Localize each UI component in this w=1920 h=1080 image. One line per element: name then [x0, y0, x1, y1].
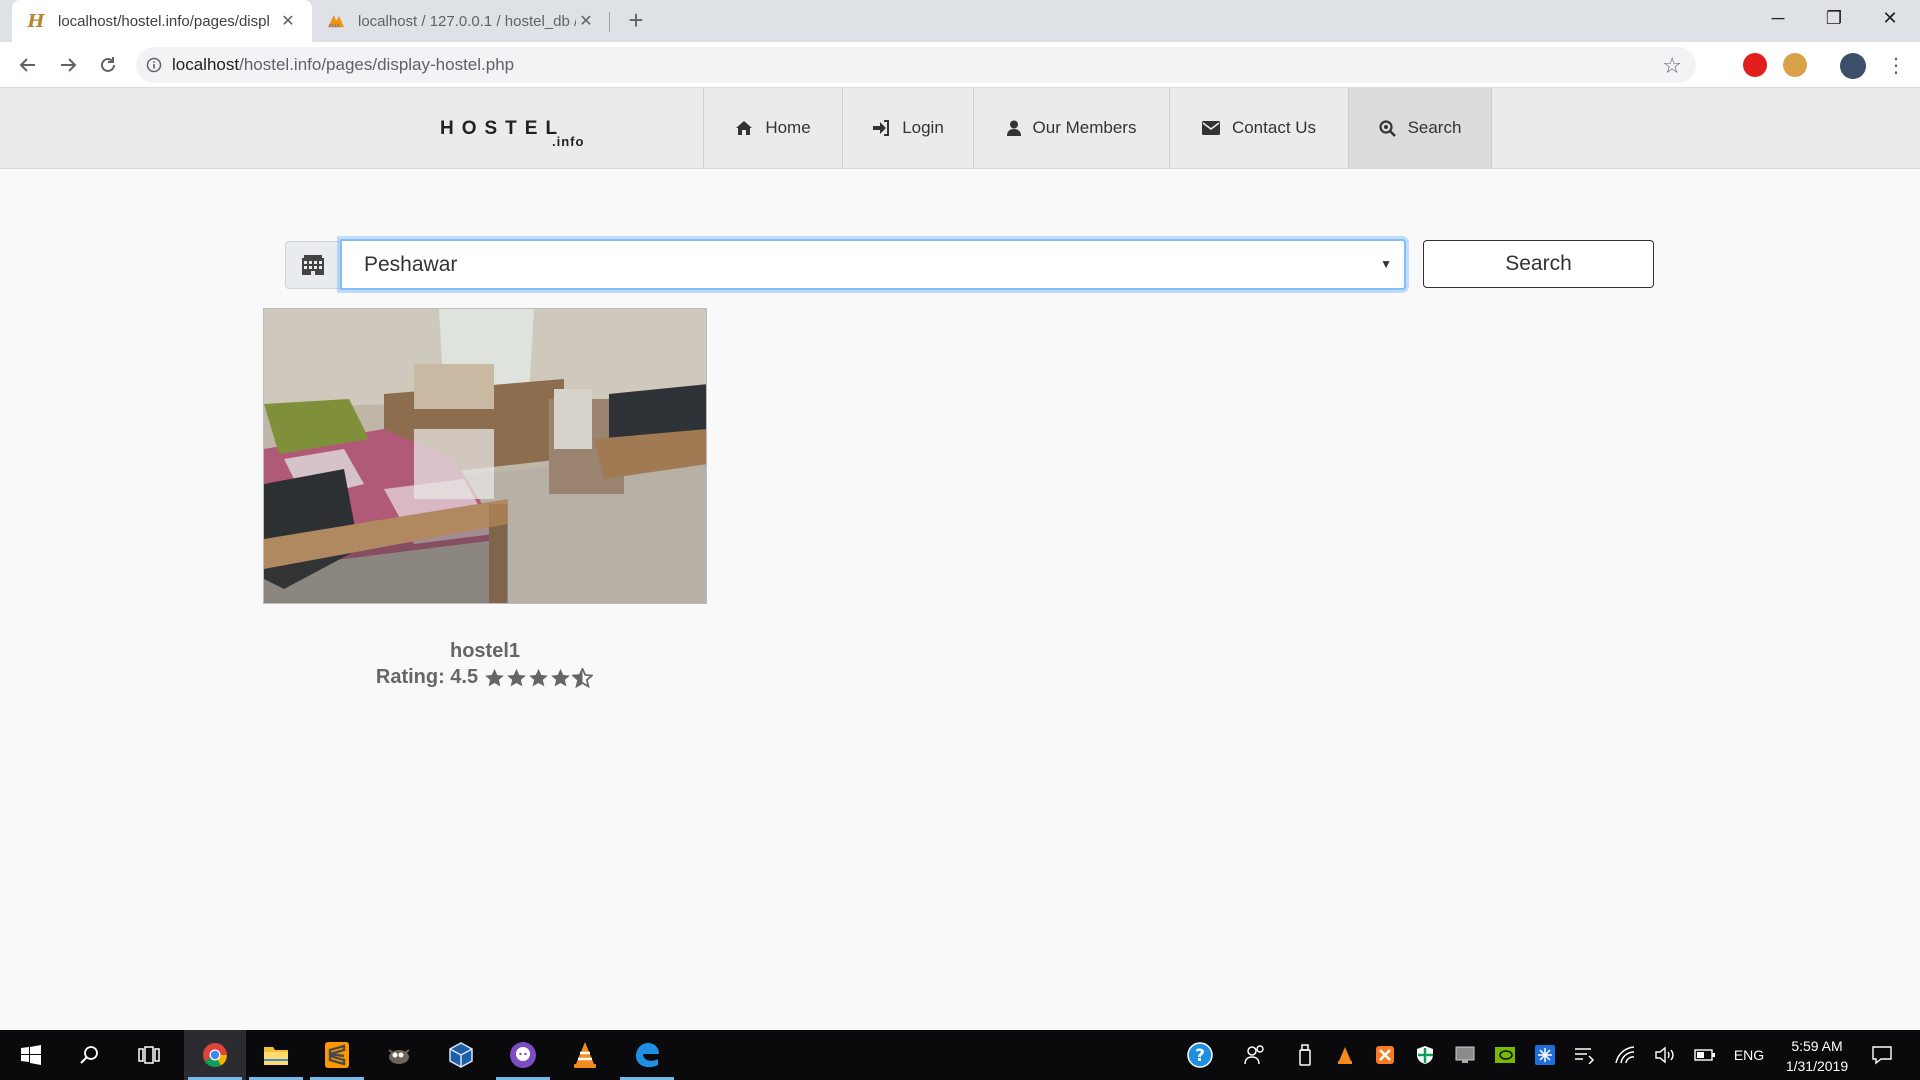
hostel-rating: Rating: 4.5 — [263, 666, 707, 689]
profile-avatar[interactable] — [1840, 53, 1866, 79]
clock-date: 1/31/2019 — [1785, 1058, 1849, 1074]
logo-sub: .info — [552, 134, 585, 149]
phpmyadmin-icon: PMA — [326, 11, 346, 31]
clock-time: 5:59 AM — [1791, 1038, 1843, 1054]
tab-title: localhost/hostel.info/pages/displ — [58, 12, 270, 30]
bookmark-star-icon[interactable]: ☆ — [1662, 53, 1682, 79]
nav-contact-us[interactable]: Contact Us — [1169, 88, 1348, 168]
url-path: /hostel.info/pages/display-hostel.php — [239, 55, 515, 74]
back-arrow-icon[interactable] — [12, 49, 44, 81]
network-list-icon[interactable] — [1565, 1030, 1605, 1080]
help-icon[interactable]: ? — [1180, 1030, 1220, 1080]
vlc-icon[interactable] — [554, 1030, 616, 1080]
close-icon[interactable]: ✕ — [576, 11, 596, 31]
nav-label: Search — [1407, 118, 1462, 137]
system-clock[interactable]: 5:59 AM 1/31/2019 — [1762, 1036, 1872, 1076]
display-icon[interactable] — [1445, 1030, 1485, 1080]
cookie-extension-icon[interactable] — [1783, 53, 1807, 77]
browser-tab-active[interactable]: H localhost/hostel.info/pages/displ ✕ — [12, 0, 312, 42]
nav-login[interactable]: Login — [842, 88, 973, 168]
nav-label: Home — [765, 118, 811, 137]
sublime-text-icon[interactable] — [306, 1030, 368, 1080]
nav-home[interactable]: Home — [703, 88, 842, 168]
building-icon — [302, 255, 324, 275]
browser-tab-strip: H localhost/hostel.info/pages/displ ✕ PM… — [0, 0, 1920, 42]
home-icon — [736, 121, 753, 135]
nav-label: Contact Us — [1231, 118, 1317, 137]
info-icon[interactable] — [136, 57, 172, 73]
star-half-icon — [572, 667, 594, 688]
restore-icon[interactable]: ❐ — [1806, 0, 1862, 36]
site-logo[interactable]: HOSTEL .info — [440, 118, 583, 149]
reload-icon[interactable] — [92, 49, 124, 81]
caret-down-icon: ▼ — [1380, 257, 1392, 271]
browser-toolbar: localhost/hostel.info/pages/display-host… — [0, 42, 1920, 88]
windows-taskbar: ? ENG 5:59 AM 1/31/2019 — [0, 1030, 1920, 1080]
nav-label: Our Members — [1032, 118, 1137, 137]
rating-stars — [484, 667, 594, 688]
search-icon — [1378, 119, 1396, 137]
address-bar[interactable]: localhost/hostel.info/pages/display-host… — [136, 47, 1696, 83]
windows-start-icon[interactable] — [0, 1030, 62, 1080]
xampp-icon[interactable] — [1365, 1030, 1405, 1080]
tab-divider — [609, 12, 610, 32]
browser-tab[interactable]: PMA localhost / 127.0.0.1 / hostel_db / … — [312, 0, 610, 42]
edge-icon[interactable] — [616, 1030, 678, 1080]
city-select[interactable]: Peshawar ▼ — [340, 239, 1406, 290]
logo-main: HOSTEL — [440, 118, 566, 139]
file-explorer-icon[interactable] — [245, 1030, 307, 1080]
nav-label: Login — [902, 118, 944, 137]
virtualbox-icon[interactable] — [430, 1030, 492, 1080]
hostel-photo[interactable] — [263, 308, 707, 604]
wifi-icon[interactable] — [1605, 1030, 1645, 1080]
nvidia-icon[interactable] — [1485, 1030, 1525, 1080]
star-full-icon — [551, 668, 571, 686]
snowflake-icon[interactable] — [1525, 1030, 1565, 1080]
usb-icon[interactable] — [1285, 1030, 1325, 1080]
hostel-name[interactable]: hostel1 — [263, 640, 707, 663]
vlc-tray-icon[interactable] — [1325, 1030, 1365, 1080]
star-full-icon — [529, 668, 549, 686]
star-full-icon — [485, 668, 505, 686]
battery-icon[interactable] — [1685, 1030, 1725, 1080]
site-navbar: HOSTEL .info Home Login Our Members Conta… — [0, 88, 1920, 169]
close-icon[interactable]: ✕ — [278, 11, 298, 31]
gimp-icon[interactable] — [368, 1030, 430, 1080]
star-full-icon — [507, 668, 527, 686]
minimize-icon[interactable]: ─ — [1750, 0, 1806, 36]
city-input-addon — [285, 241, 341, 289]
city-select-value: Peshawar — [364, 252, 458, 276]
svg-text:?: ? — [1195, 1046, 1205, 1066]
security-shield-icon[interactable] — [1405, 1030, 1445, 1080]
close-window-icon[interactable]: ✕ — [1862, 0, 1918, 36]
nav-search[interactable]: Search — [1348, 88, 1492, 168]
opera-extension-icon[interactable] — [1743, 53, 1767, 77]
volume-icon[interactable] — [1645, 1030, 1685, 1080]
envelope-icon — [1201, 121, 1220, 135]
url-text: localhost/hostel.info/pages/display-host… — [172, 55, 514, 75]
tab-title: localhost / 127.0.0.1 / hostel_db / — [358, 12, 576, 30]
menu-dots-icon[interactable]: ⋮ — [1880, 49, 1912, 81]
new-tab-plus-icon[interactable]: + — [622, 7, 650, 35]
user-icon — [1006, 120, 1021, 136]
search-button[interactable]: Search — [1423, 240, 1654, 288]
chrome-taskbar-icon[interactable] — [184, 1030, 246, 1080]
url-host: localhost — [172, 55, 240, 74]
github-desktop-icon[interactable] — [492, 1030, 554, 1080]
sign-in-icon — [873, 120, 890, 136]
nav-our-members[interactable]: Our Members — [973, 88, 1169, 168]
notifications-icon[interactable] — [1860, 1030, 1904, 1080]
svg-text:PMA: PMA — [329, 24, 340, 29]
people-icon[interactable] — [1235, 1030, 1275, 1080]
rating-label: Rating: 4.5 — [375, 666, 479, 688]
forward-arrow-icon[interactable] — [52, 49, 84, 81]
task-view-icon[interactable] — [118, 1030, 180, 1080]
search-icon[interactable] — [58, 1030, 120, 1080]
hostel-h-icon: H — [27, 10, 45, 32]
